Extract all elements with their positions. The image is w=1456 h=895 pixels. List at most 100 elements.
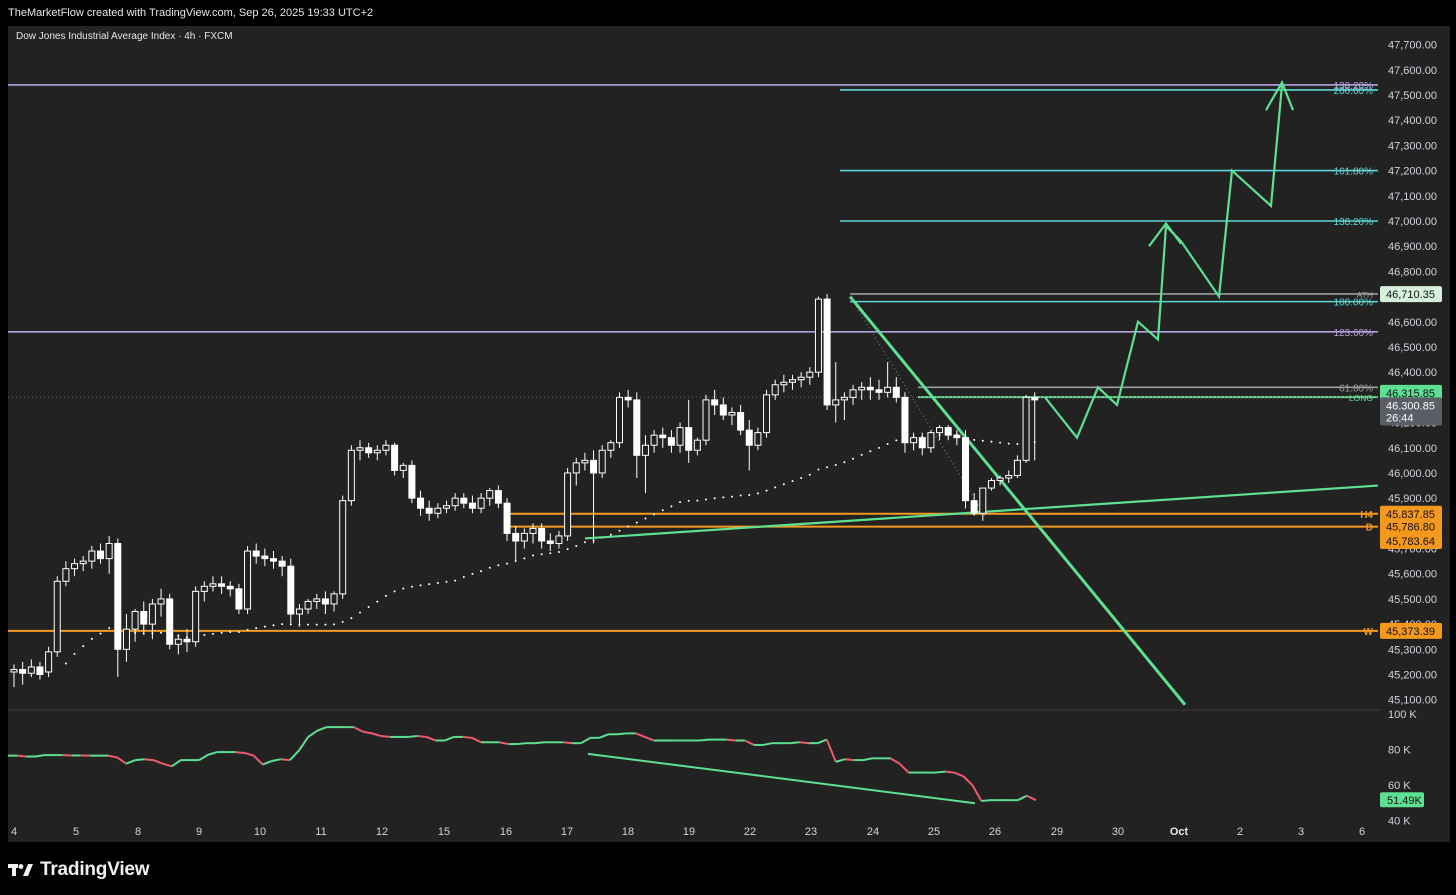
volume-segment <box>981 799 991 803</box>
ma-dot <box>973 438 976 441</box>
level-label: 161.80% <box>1334 167 1374 178</box>
candle-body-up <box>209 583 217 587</box>
candle-body-up <box>581 459 589 464</box>
time-tick-label: 6 <box>1359 826 1365 838</box>
ma-dot <box>471 572 474 575</box>
candle-body-up <box>79 560 87 565</box>
candle <box>347 445 355 506</box>
candle-body-down <box>546 540 554 544</box>
candle-body-down <box>737 411 745 431</box>
ma-dot <box>722 496 725 499</box>
candle-body-up <box>814 298 822 373</box>
ma-dot <box>367 606 370 609</box>
ma-dot <box>834 463 837 466</box>
candle-body-up <box>996 477 1004 482</box>
candle-body-up <box>373 449 381 454</box>
volume-segment <box>380 735 391 738</box>
ma-dot <box>160 631 163 634</box>
tradingview-footer[interactable]: TradingView <box>8 856 150 884</box>
candle-body-down <box>1031 396 1039 401</box>
level-label: LONG <box>1349 393 1373 403</box>
ma-dot <box>627 525 630 528</box>
time-tick-label: 23 <box>805 826 817 838</box>
candle-body-down <box>659 434 667 439</box>
ma-dot <box>696 499 699 502</box>
ma-dot <box>523 557 526 560</box>
candle-body-up <box>88 550 96 562</box>
ma-dot <box>886 443 889 446</box>
candle-body-up <box>763 394 771 434</box>
ma-dot <box>661 509 664 512</box>
chart-svg[interactable]: 138.20%200.00%161.80%138.20%ATH100.00%12… <box>0 0 1456 895</box>
candle-body-up <box>486 490 494 499</box>
candle-body-up <box>304 600 312 610</box>
time-tick-label: 15 <box>438 826 450 838</box>
candle-body-up <box>382 444 390 451</box>
candle-body-up <box>45 651 53 673</box>
candle-body-up <box>192 590 200 643</box>
volume-segment <box>280 758 291 762</box>
candle-body-up <box>1022 396 1030 461</box>
ma-dot <box>384 594 387 597</box>
ma-dot <box>263 625 266 628</box>
level-label: 123.60% <box>1334 328 1374 339</box>
ma-dot <box>436 582 439 585</box>
candle <box>391 442 399 476</box>
volume-segment <box>935 770 946 774</box>
candle-body-up <box>936 427 944 434</box>
ma-dot <box>791 480 794 483</box>
time-tick-label: 24 <box>867 826 879 838</box>
level-label: D <box>1366 523 1373 534</box>
level-label: W <box>1364 627 1374 638</box>
ma-dot <box>999 441 1002 444</box>
ma-dot <box>246 628 249 631</box>
level-label: 100.00% <box>1334 298 1374 309</box>
time-tick-label: 5 <box>73 826 79 838</box>
candle-body-down <box>503 502 511 534</box>
candle-body-down <box>685 427 693 451</box>
ma-dot <box>644 517 647 520</box>
candle-body-up <box>477 497 485 509</box>
ma-dot <box>808 473 811 476</box>
candle-body-up <box>347 449 355 502</box>
candle-body-up <box>356 447 364 451</box>
tradingview-logo-icon <box>8 864 33 876</box>
candle-body-up <box>754 432 762 446</box>
candle-body-down <box>183 638 191 643</box>
symbol-title[interactable]: Dow Jones Industrial Average Index · 4h … <box>16 31 233 42</box>
candle-body-up <box>313 598 321 602</box>
candle <box>408 460 416 504</box>
plot-background <box>8 26 1450 842</box>
candle-body-down <box>667 437 675 446</box>
volume-tick-label: 80 K <box>1388 744 1411 756</box>
time-tick-label: 22 <box>744 826 756 838</box>
ma-dot <box>307 623 310 626</box>
candle-body-up <box>676 427 684 446</box>
candle <box>598 445 606 478</box>
ma-dot <box>635 521 638 524</box>
volume-segment <box>535 741 545 745</box>
candle-body-down <box>270 558 277 562</box>
ma-dot <box>826 466 829 469</box>
candle-body-up <box>927 432 935 449</box>
candle-body-up <box>529 527 537 534</box>
price-tick-label: 47,400.00 <box>1388 115 1437 127</box>
candle-body-up <box>555 535 563 544</box>
volume-segment <box>844 758 855 762</box>
ma-dot <box>255 627 258 630</box>
price-tick-label: 46,900.00 <box>1388 241 1437 253</box>
ma-dot <box>220 631 223 634</box>
candle-body-up <box>122 628 130 650</box>
candle-body-down <box>460 497 468 504</box>
ma-dot <box>237 631 240 634</box>
ma-dot <box>843 461 846 464</box>
ma-dot <box>341 620 344 623</box>
candle-body-up <box>131 611 139 630</box>
candle-body-up <box>840 396 848 401</box>
candle-body-up <box>650 434 658 446</box>
ma-dot <box>981 439 984 442</box>
volume-segment <box>699 738 709 742</box>
candle-body-down <box>226 585 234 590</box>
candle <box>339 495 347 599</box>
candle <box>287 558 295 625</box>
